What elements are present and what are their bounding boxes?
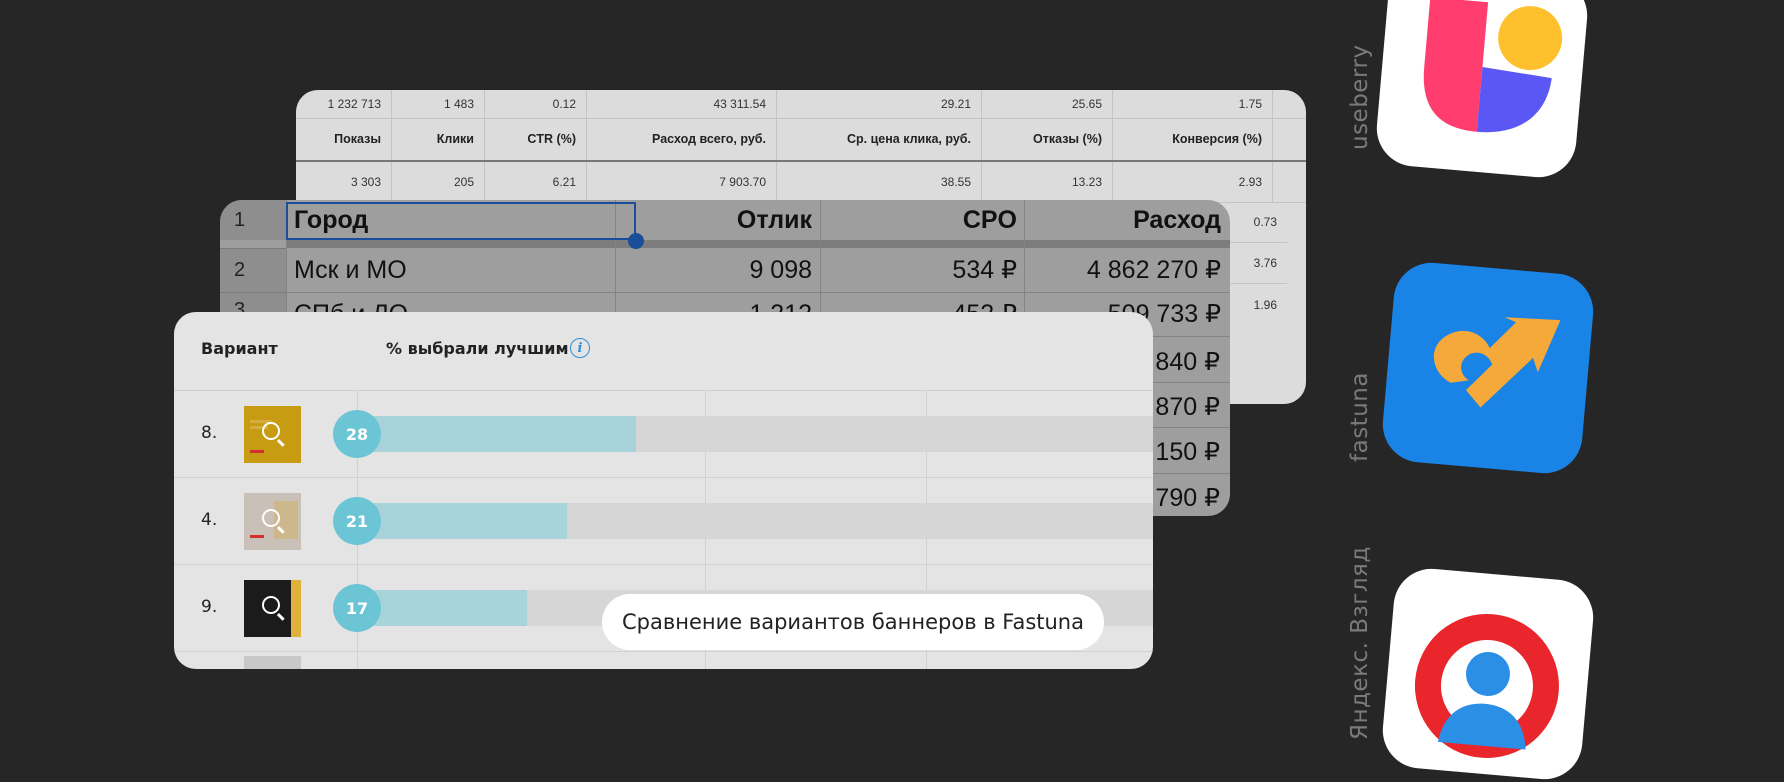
info-icon[interactable]: i: [570, 338, 590, 358]
caption-label: Сравнение вариантов баннеров в Fastuna: [602, 594, 1104, 650]
cell-cpo[interactable]: 534 ₽: [821, 248, 1017, 292]
percent-bubble: 21: [333, 497, 381, 545]
table-cell: 2.93: [1113, 162, 1273, 202]
row-number: 1: [220, 200, 286, 240]
column-header[interactable]: Конверсия (%): [1113, 118, 1273, 160]
table-cell: 3 303: [296, 162, 392, 202]
magnifier-icon[interactable]: [262, 596, 280, 614]
fastuna-logo: [1433, 317, 1561, 408]
yandex-vzglyad-icon[interactable]: [1379, 565, 1597, 782]
percent-bubble: 28: [333, 410, 381, 458]
variant-number: 8.: [201, 423, 218, 443]
bar-fill: [358, 590, 527, 626]
table-cell: 38.55: [777, 162, 982, 202]
banner-thumbnail[interactable]: [244, 406, 301, 463]
row-number: 2: [220, 248, 286, 292]
column-header[interactable]: Ср. цена клика, руб.: [777, 118, 982, 160]
row-divider: [174, 477, 1153, 478]
column-header-cpo[interactable]: CPO: [821, 200, 1017, 240]
table-cell: 1 232 713: [296, 90, 392, 118]
thumbnail-button: [250, 535, 264, 538]
selected-cell-outline[interactable]: [286, 202, 636, 240]
table-cell: 43 311.54: [587, 90, 777, 118]
cell-response[interactable]: 9 098: [616, 248, 812, 292]
column-header-percent: % выбрали лучшим: [386, 339, 569, 358]
app-name-fastuna: fastuna: [1347, 372, 1373, 462]
banner-thumbnail[interactable]: [244, 493, 301, 550]
selection-handle[interactable]: [628, 233, 644, 249]
table-cell: 1.75: [1113, 90, 1273, 118]
table-row-totals: 1 232 713 1 483 0.12 43 311.54 29.21 25.…: [296, 90, 1306, 119]
results-header: Вариант % выбрали лучшим i: [174, 312, 1153, 391]
variant-number: 9.: [201, 597, 218, 617]
column-header-response[interactable]: Отлик: [616, 200, 812, 240]
banner-thumbnail[interactable]: [244, 580, 301, 637]
table-header-row: Показы Клики CTR (%) Расход всего, руб. …: [296, 118, 1306, 162]
magnifier-icon[interactable]: [262, 509, 280, 527]
table-cell: 0.12: [485, 90, 587, 118]
header-divider: [286, 240, 1230, 248]
column-header-spend[interactable]: Расход: [1025, 200, 1221, 240]
fastuna-results-card: Вариант % выбрали лучшим i 8. 28 4. 21 9…: [174, 312, 1153, 669]
table-row: 3 303 205 6.21 7 903.70 38.55 13.23 2.93: [296, 162, 1306, 203]
table-cell: 1 483: [392, 90, 485, 118]
fastuna-icon[interactable]: [1379, 259, 1597, 477]
magnifier-icon[interactable]: [262, 422, 280, 440]
column-header[interactable]: Показы: [296, 118, 392, 160]
yandex-vzglyad-logo: [1414, 613, 1559, 758]
table-cell: 205: [392, 162, 485, 202]
table-cell: 6.21: [485, 162, 587, 202]
thumbnail-button: [250, 450, 264, 453]
percent-bubble: 17: [333, 584, 381, 632]
cell-spend[interactable]: 4 862 270 ₽: [1025, 248, 1221, 292]
table-cell: 25.65: [982, 90, 1113, 118]
table-cell: 7 903.70: [587, 162, 777, 202]
cell-city[interactable]: Мск и МО: [294, 248, 614, 292]
variant-number: 4.: [201, 510, 218, 530]
table-cell: 29.21: [777, 90, 982, 118]
app-name-useberry: useberry: [1347, 44, 1373, 150]
column-header-variant: Вариант: [201, 339, 278, 358]
useberry-logo: [1423, 0, 1563, 133]
row-divider: [174, 651, 1153, 652]
column-header[interactable]: Расход всего, руб.: [587, 118, 777, 160]
banner-thumbnail[interactable]: [244, 656, 301, 669]
table-cell: 13.23: [982, 162, 1113, 202]
bar-fill: [358, 416, 636, 452]
useberry-icon[interactable]: [1373, 0, 1591, 181]
row-divider: [174, 564, 1153, 565]
app-name-yandex-vzglyad: Яндекс. Взгляд: [1347, 546, 1373, 740]
column-header[interactable]: CTR (%): [485, 118, 587, 160]
thumbnail-accent: [291, 580, 301, 637]
column-header[interactable]: Отказы (%): [982, 118, 1113, 160]
bar-fill: [358, 503, 567, 539]
column-header[interactable]: Клики: [392, 118, 485, 160]
